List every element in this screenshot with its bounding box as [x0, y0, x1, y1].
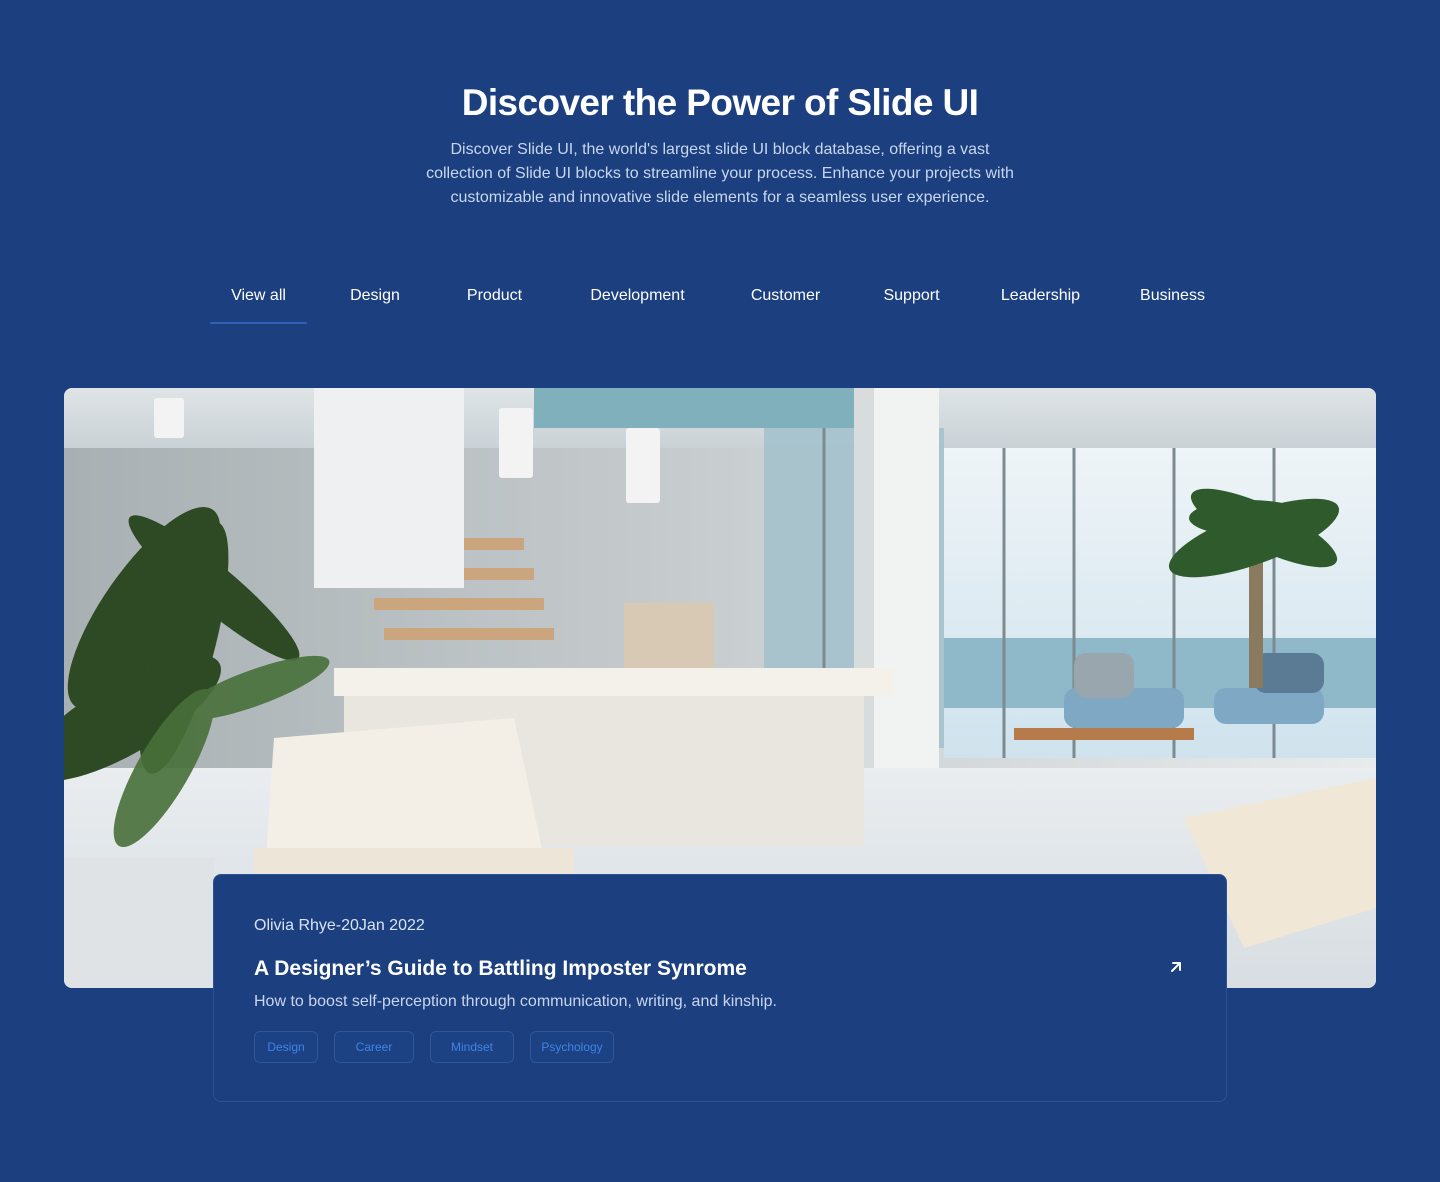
featured-post-card[interactable]: Olivia Rhye-20Jan 2022 A Designer’s Guid…	[213, 874, 1227, 1102]
tag-design[interactable]: Design	[254, 1031, 318, 1063]
page-description: Discover Slide UI, the world's largest s…	[400, 138, 1040, 210]
post-description: How to boost self-perception through com…	[254, 993, 777, 1010]
tag-career[interactable]: Career	[334, 1031, 414, 1063]
tab-leadership[interactable]: Leadership	[986, 276, 1095, 324]
post-meta: Olivia Rhye-20Jan 2022	[254, 917, 425, 934]
post-title[interactable]: A Designer’s Guide to Battling Imposter …	[254, 957, 747, 981]
page-title: Discover the Power of Slide UI	[461, 82, 979, 123]
tab-support[interactable]: Support	[869, 276, 954, 324]
tab-customer[interactable]: Customer	[736, 276, 835, 324]
tab-design[interactable]: Design	[336, 276, 414, 324]
tab-business[interactable]: Business	[1126, 276, 1219, 324]
arrow-up-right-icon[interactable]	[1166, 957, 1186, 977]
description-line: Discover Slide UI, the world's largest s…	[450, 141, 990, 158]
tab-development[interactable]: Development	[575, 276, 700, 324]
description-line: customizable and innovative slide elemen…	[450, 189, 990, 206]
tab-view-all[interactable]: View all	[210, 276, 307, 324]
category-tabs: View all Design Product Development Cust…	[0, 276, 1440, 326]
page: Discover the Power of Slide UI Discover …	[0, 0, 1440, 1182]
tag-mindset[interactable]: Mindset	[430, 1031, 514, 1063]
description-line: collection of Slide UI blocks to streaml…	[426, 165, 1014, 182]
hero-section: Discover the Power of Slide UI Discover …	[0, 80, 1440, 210]
tag-psychology[interactable]: Psychology	[530, 1031, 614, 1063]
tab-product[interactable]: Product	[452, 276, 537, 324]
